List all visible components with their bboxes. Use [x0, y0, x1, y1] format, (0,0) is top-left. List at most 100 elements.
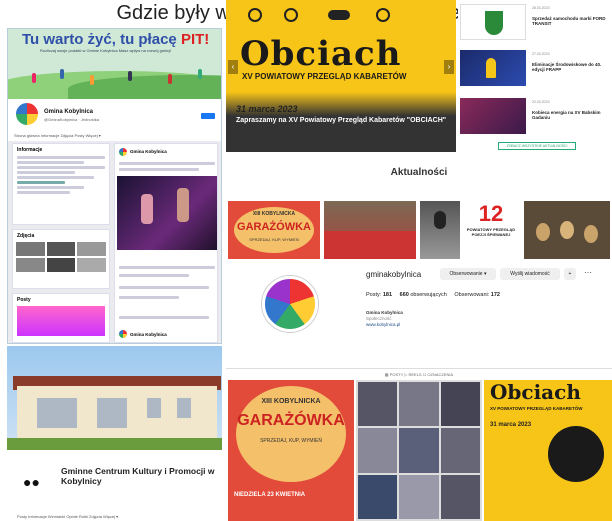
tile-text: SPRZEDAJ, KUP, WYMIEŃ — [249, 237, 299, 242]
instagram-avatar[interactable] — [262, 276, 318, 332]
collage — [356, 380, 482, 521]
banner-subtitle: Rozliczaj swoje podatki w Gminie Kobylni… — [40, 48, 172, 53]
posts-card: Posty — [12, 293, 110, 343]
message-button[interactable]: Wyślij wiadomość — [500, 268, 560, 280]
fb-page-name: Gmina Kobylnica — [44, 109, 94, 115]
grid-post[interactable] — [356, 380, 482, 521]
obciach-subtitle: XV POWIATOWY PRZEGLĄD KABARETÓW — [242, 72, 407, 81]
news-tile[interactable]: 12 POWIATOWY PRZEGLĄD POEZJI ŚPIEWANEJ — [462, 201, 520, 259]
photos-heading: Zdjęcia — [17, 233, 35, 239]
tile-title: GARAŻÓWKA — [237, 221, 311, 233]
gckip-nav-tabs[interactable]: Posty Informacje Wzmianki Opinie Rolki Z… — [17, 514, 118, 519]
instagram-screenshot: gminakobylnica Obserwowanie ▾ Wyślij wia… — [226, 266, 612, 521]
instagram-tabs[interactable]: ▦ POSTY ▷ REELS ☐ OZNACZENIA — [226, 368, 612, 377]
text-line — [119, 296, 179, 299]
news-tile[interactable] — [420, 201, 460, 259]
text-line — [17, 171, 75, 174]
following-button[interactable]: Obserwowanie ▾ — [440, 268, 496, 280]
link-line[interactable] — [17, 181, 65, 184]
banner-figure — [198, 69, 202, 79]
fb-nav-tabs[interactable]: Strona główna Informacje Zdjęcia Posty W… — [14, 133, 101, 138]
news-title[interactable]: Eliminacje Środowiskowe do 40. edycji FR… — [532, 62, 612, 72]
text-line — [17, 156, 105, 159]
post-avatar — [119, 330, 127, 338]
facebook-gckip-screenshot: ●● Gminne Centrum Kultury i Promocji w K… — [7, 346, 222, 521]
post-thumbnail[interactable] — [17, 306, 105, 336]
obciach-title: Obciach — [240, 34, 402, 74]
text-line — [119, 274, 189, 277]
more-options-icon[interactable]: ··· — [584, 268, 592, 277]
coat-of-arms-icon — [485, 11, 503, 35]
aktualnosci-section: Aktualności XIII KOBYLNICKA GARAŻÓWKA SP… — [226, 155, 612, 263]
news-image — [460, 4, 526, 40]
tile-text: XIII KOBYLNICKA — [252, 211, 296, 217]
photo-thumb[interactable] — [77, 242, 106, 256]
gmina-avatar — [14, 101, 40, 127]
photo-thumb[interactable] — [46, 258, 76, 272]
news-image — [460, 50, 526, 86]
news-item[interactable]: 28.03.2023 Sprzedaż samochodu marki FORD… — [458, 2, 612, 42]
news-tile[interactable]: XIII KOBYLNICKA GARAŻÓWKA SPRZEDAJ, KUP,… — [228, 201, 320, 259]
banner-title: Tu warto żyć, tu płacę PIT! — [22, 31, 210, 48]
gckip-logo-icon — [328, 10, 350, 20]
aktualnosci-heading: Aktualności — [390, 167, 448, 178]
photo-thumb[interactable] — [16, 242, 45, 256]
grid-title: Obciach — [490, 380, 581, 404]
grid-post[interactable]: Obciach XV POWIATOWY PRZEGLĄD KABARETÓW … — [484, 380, 612, 521]
next-arrow-icon[interactable]: › — [444, 60, 454, 74]
news-date: 28.03.2023 — [532, 6, 550, 10]
grid-date: NIEDZIELA 23 KWIETNIA — [234, 492, 306, 498]
banner-figure — [32, 73, 36, 83]
add-user-icon[interactable]: + — [564, 268, 576, 280]
post-author[interactable]: Gmina Kobylnica — [130, 149, 167, 154]
grid-date: 31 marca 2023 — [490, 422, 532, 428]
obciach-banner: Obciach XV POWIATOWY PRZEGLĄD KABARETÓW … — [226, 0, 456, 152]
grid-text: SPRZEDAJ, KUP, WYMIEŃ — [260, 438, 322, 444]
prev-arrow-icon[interactable]: ‹ — [228, 60, 238, 74]
chestnut-figure — [560, 221, 574, 239]
news-title[interactable]: Kobieca energia na XV Babskim Gadaniu — [532, 110, 612, 120]
instagram-bio: Gmina Kobylnica Społeczność www.kobylnic… — [366, 310, 403, 327]
post-image[interactable] — [117, 176, 217, 250]
audience — [324, 231, 416, 259]
window — [97, 398, 127, 428]
logo-icon — [284, 8, 298, 22]
news-item[interactable]: 27.03.2023 Eliminacje Środowiskowe do 40… — [458, 48, 612, 88]
gckip-logo-icon: ●● — [23, 474, 40, 490]
photo-thumb[interactable] — [46, 242, 76, 256]
building — [17, 386, 217, 441]
text-line — [119, 286, 209, 289]
rocket-icon — [486, 58, 496, 78]
window — [177, 398, 191, 418]
grid-text: XIII KOBYLNICKA — [261, 398, 321, 405]
gckip-page-name: Gminne Centrum Kultury i Promocji w Koby… — [61, 466, 215, 486]
bio-link[interactable]: www.kobylnica.pl — [366, 322, 400, 327]
window — [37, 398, 77, 428]
grid-post[interactable]: XIII KOBYLNICKA GARAŻÓWKA SPRZEDAJ, KUP,… — [228, 380, 354, 521]
news-tile[interactable] — [524, 201, 610, 259]
photos-card: Zdjęcia — [12, 229, 110, 289]
news-tile[interactable] — [324, 201, 416, 259]
photo-thumb[interactable] — [16, 258, 45, 272]
grid-title: GARAŻÓWKA — [237, 412, 345, 429]
banner-figure — [128, 71, 132, 81]
grass — [7, 438, 222, 450]
news-title[interactable]: Sprzedaż samochodu marki FORD TRANSIT — [532, 16, 612, 26]
fb-like-button[interactable] — [201, 113, 215, 119]
text-line — [119, 266, 215, 269]
text-line — [17, 191, 70, 194]
logo-icon — [248, 8, 262, 22]
performer — [177, 188, 189, 222]
instagram-stats: Posty: 181 660 obserwujących Obserwowani… — [366, 292, 500, 298]
news-item[interactable]: 22.03.2023 Kobieca energia na XV Babskim… — [458, 96, 612, 136]
feed-post: Gmina Kobylnica Gmina Kobylnica — [114, 143, 218, 343]
slide-caption[interactable]: Zapraszamy na XV Powiatowy Przegląd Kaba… — [236, 116, 446, 125]
photo-thumb[interactable] — [77, 258, 106, 272]
fb-handle: @GminaKobylnica · Jednostka — [44, 117, 99, 122]
text-line — [119, 168, 199, 171]
all-news-button[interactable]: ZOBACZ WSZYSTKIE AKTUALNOŚCI — [498, 142, 576, 150]
post-author[interactable]: Gmina Kobylnica — [130, 332, 167, 337]
info-card: Informacje — [12, 143, 110, 225]
pit-banner: Tu warto żyć, tu płacę PIT! Rozliczaj sw… — [8, 29, 221, 103]
facebook-gmina-screenshot: Tu warto żyć, tu płacę PIT! Rozliczaj sw… — [7, 28, 222, 344]
